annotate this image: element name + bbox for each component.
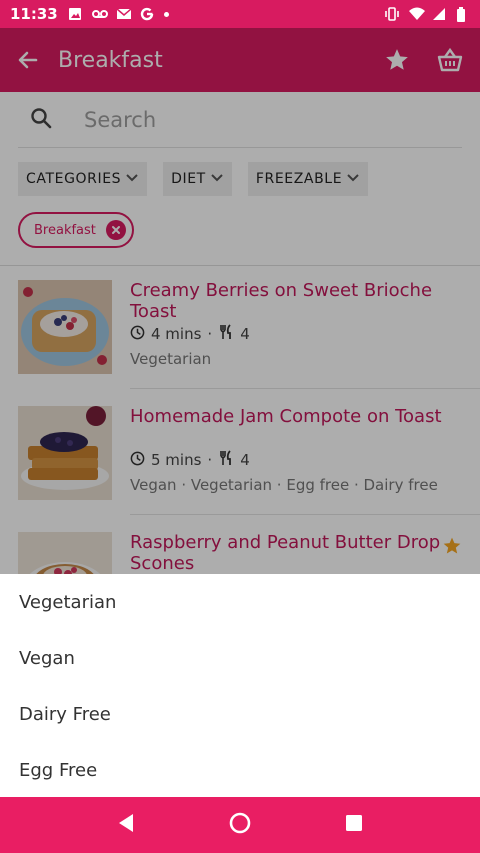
diet-options-sheet: Vegetarian Vegan Dairy Free Egg Free bbox=[0, 574, 480, 797]
diet-option-vegan[interactable]: Vegan bbox=[0, 630, 480, 686]
status-bar: 11:33 bbox=[0, 0, 480, 28]
voicemail-icon bbox=[91, 7, 108, 21]
battery-icon bbox=[456, 7, 470, 22]
diet-option-dairy-free[interactable]: Dairy Free bbox=[0, 686, 480, 742]
status-time: 11:33 bbox=[10, 5, 58, 23]
nav-recents-icon[interactable] bbox=[344, 813, 364, 837]
nav-back-icon[interactable] bbox=[116, 812, 136, 838]
google-icon bbox=[140, 7, 154, 21]
system-nav-bar bbox=[0, 797, 480, 853]
image-notification-icon bbox=[68, 7, 82, 21]
vibrate-icon bbox=[384, 7, 399, 21]
diet-option-vegetarian[interactable]: Vegetarian bbox=[0, 574, 480, 630]
more-notifications-dot bbox=[163, 11, 169, 17]
wifi-icon bbox=[408, 7, 425, 21]
modal-scrim[interactable] bbox=[0, 28, 480, 574]
nav-home-icon[interactable] bbox=[228, 811, 252, 839]
diet-option-egg-free[interactable]: Egg Free bbox=[0, 742, 480, 798]
signal-icon bbox=[432, 7, 446, 21]
mail-icon bbox=[116, 7, 132, 21]
